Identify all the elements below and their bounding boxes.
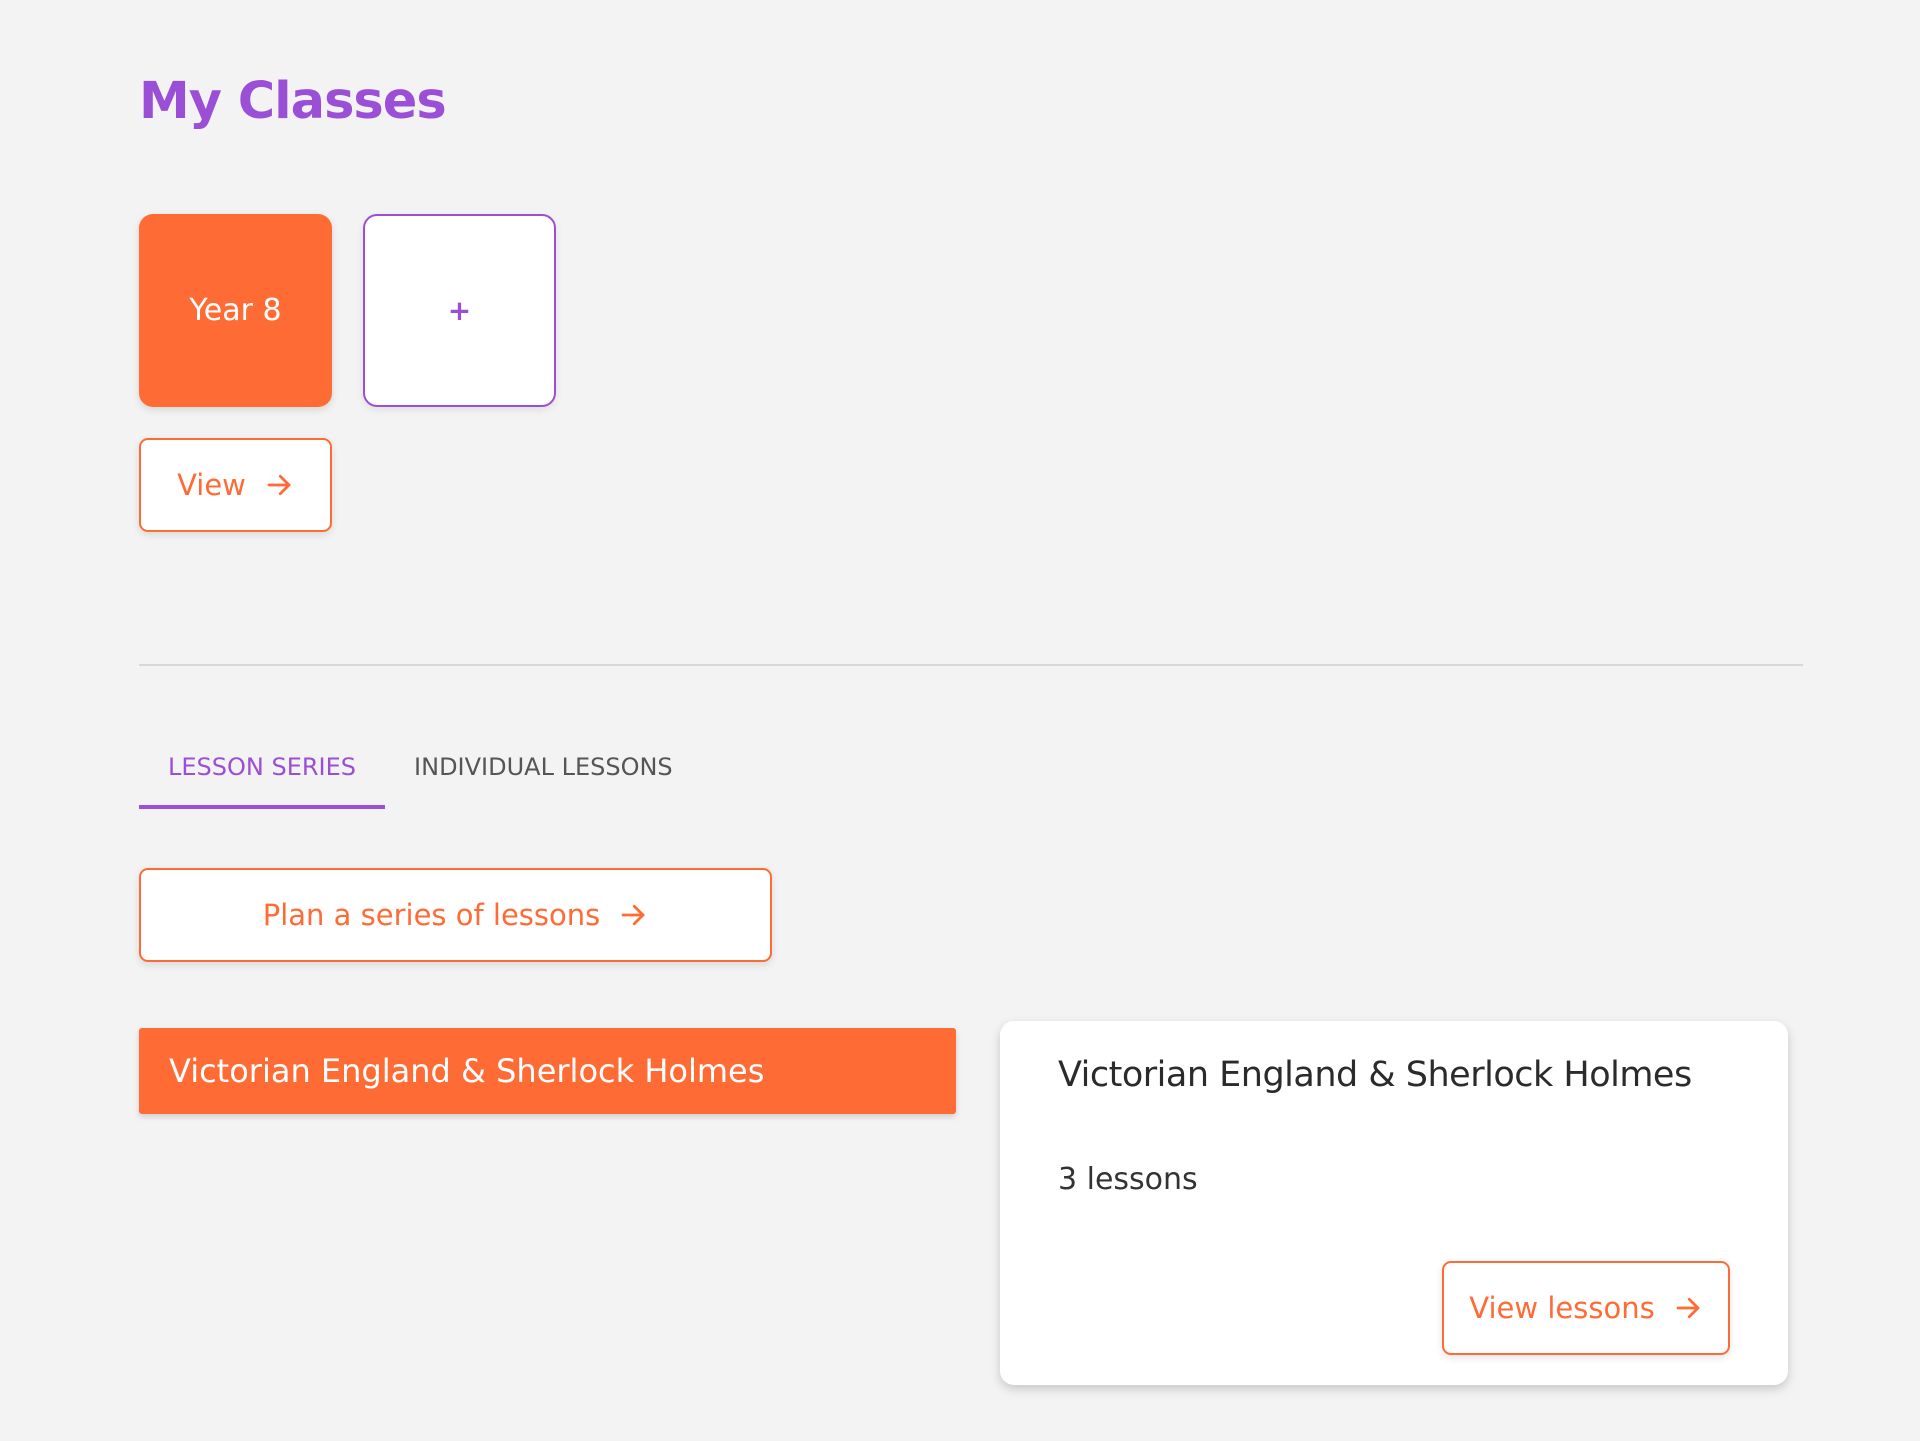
series-card-title: Victorian England & Sherlock Holmes: [1058, 1055, 1692, 1095]
view-lessons-button[interactable]: View lessons: [1442, 1261, 1730, 1355]
view-class-label: View: [177, 468, 246, 502]
tab-individual-lessons[interactable]: Individual Lessons: [385, 735, 702, 809]
view-class-button[interactable]: View: [139, 438, 332, 532]
page: My Classes Year 8 + View Lesson Series I…: [0, 0, 1920, 1441]
series-list-item[interactable]: Victorian England & Sherlock Holmes: [139, 1028, 956, 1114]
plan-series-label: Plan a series of lessons: [262, 898, 601, 932]
page-title: My Classes: [139, 72, 447, 131]
view-lessons-label: View lessons: [1469, 1291, 1655, 1325]
tab-lesson-series[interactable]: Lesson Series: [139, 735, 386, 809]
add-class-button[interactable]: +: [363, 214, 556, 407]
section-divider: [139, 664, 1803, 666]
plan-series-button[interactable]: Plan a series of lessons: [139, 868, 772, 962]
arrow-right-icon: [264, 470, 294, 500]
series-detail-card: Victorian England & Sherlock Holmes 3 le…: [1000, 1021, 1788, 1385]
series-lesson-count: 3 lessons: [1058, 1162, 1198, 1197]
arrow-right-icon: [618, 900, 648, 930]
lesson-tabs: Lesson Series Individual Lessons: [139, 735, 702, 809]
class-tile-year-8[interactable]: Year 8: [139, 214, 332, 407]
arrow-right-icon: [1673, 1293, 1703, 1323]
